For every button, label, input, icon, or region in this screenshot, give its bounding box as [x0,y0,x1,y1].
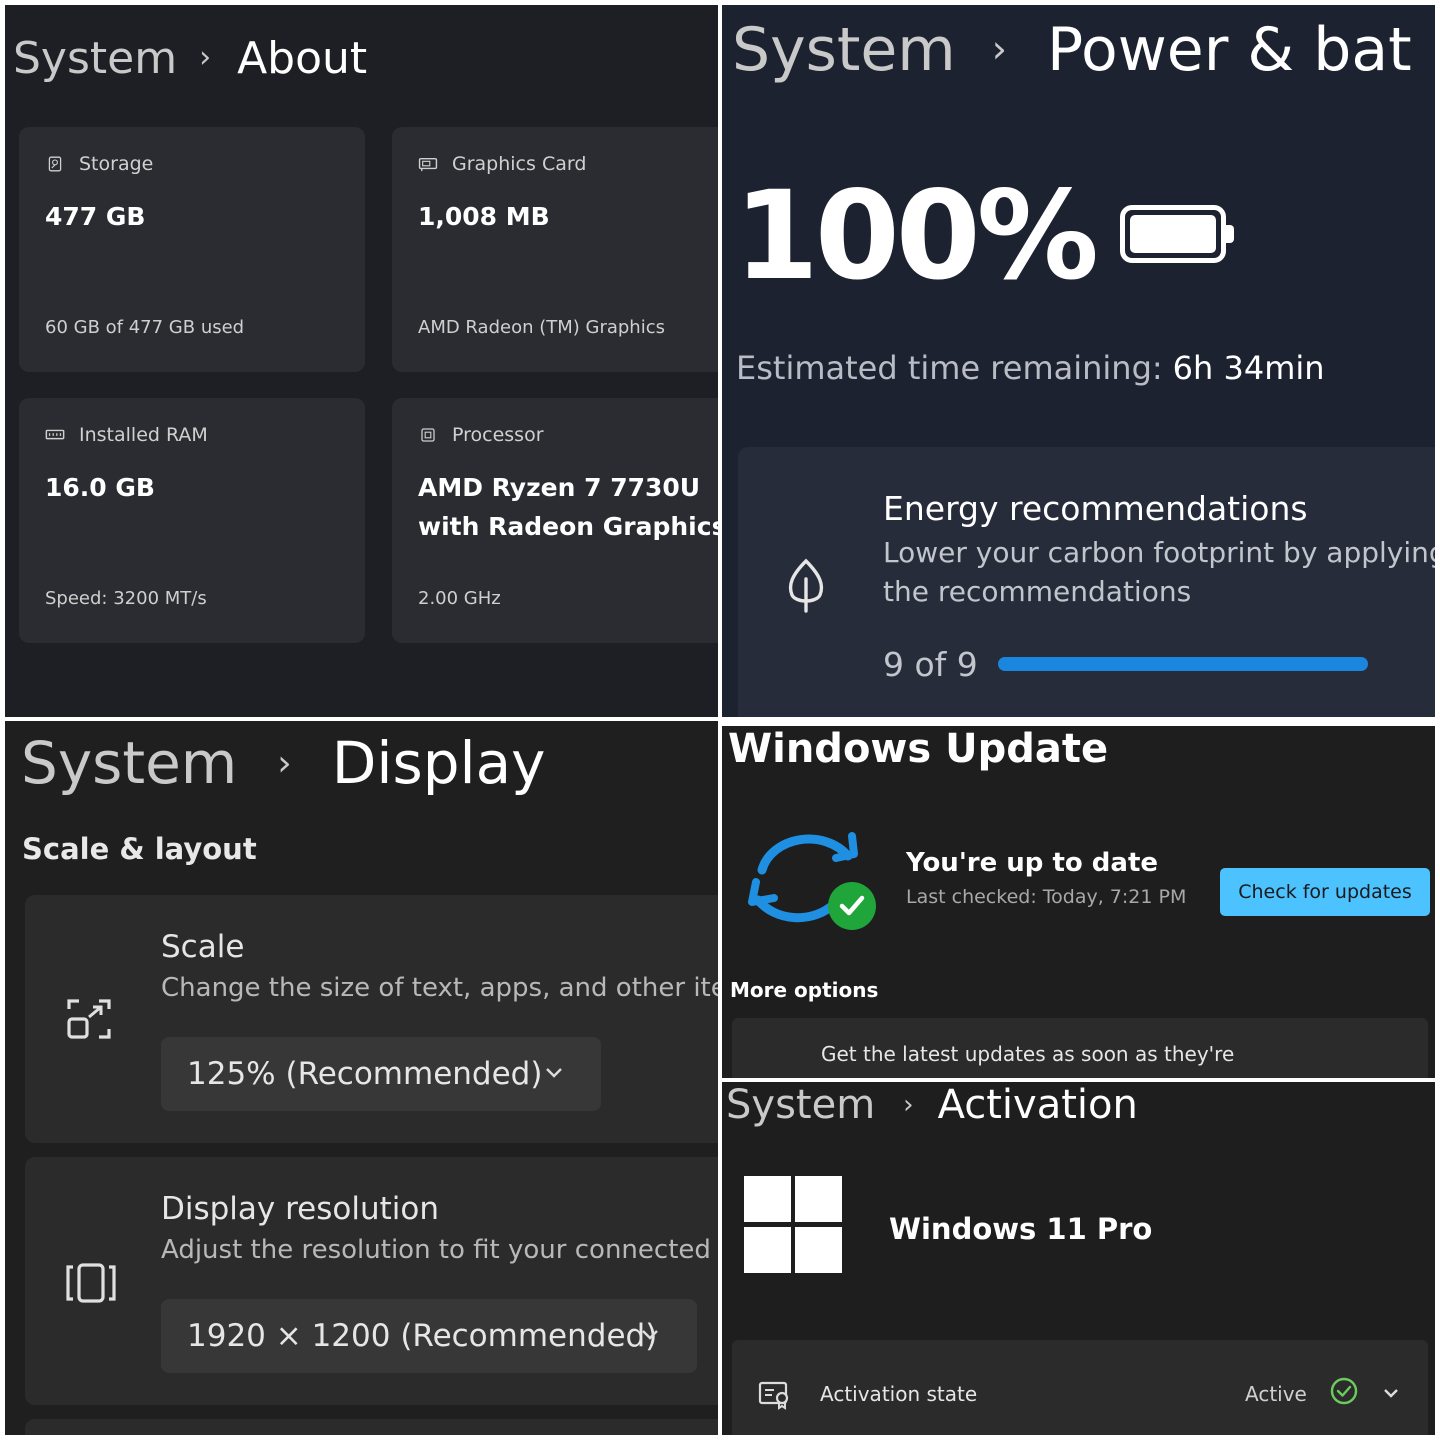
processor-icon [421,428,435,442]
ram-value: 16.0 GB [45,473,155,502]
processor-value: AMD Ryzen 7 7730U with Radeon Graphics [418,468,718,546]
scale-title: Scale [161,929,245,965]
breadcrumb: System › Power & bat [732,15,1412,85]
page-title: Display [331,729,546,797]
scale-description: Change the size of text, apps, and other… [161,973,718,1003]
breadcrumb: System › Activation [726,1082,1138,1128]
leaf-icon [788,558,824,613]
page-title: Windows Update [728,726,1109,772]
estimated-time-value: 6h 34min [1172,349,1325,387]
page-title: Activation [937,1082,1138,1128]
battery-icon [1120,205,1234,263]
scale-icon [67,999,111,1039]
latest-updates-label: Get the latest updates as soon as they'r… [821,1042,1235,1066]
breadcrumb-system[interactable]: System [21,729,237,797]
activation-state-row[interactable]: Activation state Active [732,1340,1428,1435]
graphics-card-card[interactable]: Graphics Card 1,008 MB AMD Radeon (TM) G… [392,127,718,372]
activation-state-value: Active [1245,1382,1307,1406]
processor-speed: 2.00 GHz [418,588,501,609]
storage-label: Storage [79,153,154,175]
breadcrumb-system[interactable]: System [732,15,956,85]
ram-speed: Speed: 3200 MT/s [45,588,207,609]
page-title: Power & bat [1046,15,1412,85]
activation-certificate-icon [758,1381,789,1410]
ram-card[interactable]: Installed RAM 16.0 GB Speed: 3200 MT/s [19,398,365,643]
display-panel: System › Display Scale & layout Scale Chan… [5,721,718,1435]
breadcrumb-separator: › [991,27,1007,71]
activation-panel: System › Activation Windows 11 Pro Activat… [722,1082,1435,1435]
resolution-title: Display resolution [161,1191,440,1227]
ram-label: Installed RAM [79,424,208,446]
breadcrumb: System › Display [21,729,546,797]
check-for-updates-button[interactable]: Check for updates [1220,868,1430,916]
resolution-value: 1920 × 1200 (Recommended) [187,1318,658,1354]
processor-label: Processor [452,424,544,446]
battery-tip [1226,225,1234,243]
resolution-description: Adjust the resolution to fit your connec… [161,1235,718,1265]
graphics-card-value: 1,008 MB [418,202,550,231]
graphics-card-label: Graphics Card [452,153,587,175]
graphics-card-icon [418,157,438,172]
chevron-down-icon [546,1068,562,1078]
scale-setting: Scale Change the size of text, apps, and… [25,895,718,1143]
more-options-heading: More options [730,978,879,1002]
chevron-down-icon[interactable] [1380,1382,1402,1404]
processor-card[interactable]: Processor AMD Ryzen 7 7730U with Radeon … [392,398,718,643]
energy-count: 9 of 9 [883,645,978,684]
update-status: You're up to date [906,848,1159,878]
scale-value: 125% (Recommended) [187,1056,543,1092]
resolution-dropdown[interactable]: 1920 × 1200 (Recommended) [161,1299,697,1373]
breadcrumb-separator: › [903,1090,914,1120]
page-title: About [237,33,368,84]
section-heading: Scale & layout [22,832,257,866]
energy-description: Lower your carbon footprint by applying … [883,536,1435,608]
chevron-down-icon [642,1330,658,1340]
energy-title: Energy recommendations [883,489,1308,528]
windows-update-panel: Windows Update You're up to date Last ch… [722,726,1435,1078]
processor-value-line2: with Radeon Graphics [418,512,718,541]
breadcrumb-system[interactable]: System [726,1082,875,1128]
sync-check-icon [748,832,876,930]
scale-dropdown[interactable]: 125% (Recommended) [161,1037,601,1111]
graphics-card-name: AMD Radeon (TM) Graphics [418,317,665,338]
last-checked: Last checked: Today, 7:21 PM [906,886,1187,908]
estimated-time: Estimated time remaining: 6h 34min [736,349,1325,387]
display-resolution-setting: Display resolution Adjust the resolution… [25,1157,718,1405]
breadcrumb-separator: › [277,743,292,784]
battery-percentage: 100% [734,165,1099,307]
latest-updates-option[interactable]: Get the latest updates as soon as they'r… [732,1018,1428,1078]
windows-edition: Windows 11 Pro [889,1212,1153,1246]
breadcrumb-system[interactable]: System [13,33,177,84]
energy-progress-bar [998,657,1368,671]
breadcrumb-separator: › [199,40,212,75]
resolution-icon [66,1263,116,1303]
next-setting-card [25,1419,718,1435]
breadcrumb: System › About [13,33,367,84]
battery-level-fill [1130,215,1216,253]
power-panel: System › Power & bat 100% Estimated time r… [722,5,1435,717]
activation-state-label: Activation state [820,1382,978,1406]
storage-icon [48,156,62,172]
about-panel: System › About Storage 477 GB 60 GB of 477… [5,5,718,717]
energy-recommendations-card[interactable]: Energy recommendations Lower your carbon… [738,447,1435,717]
storage-card[interactable]: Storage 477 GB 60 GB of 477 GB used [19,127,365,372]
storage-value: 477 GB [45,202,146,231]
check-circle-icon [1330,1377,1358,1405]
energy-progress-fill [998,657,1368,671]
storage-usage: 60 GB of 477 GB used [45,317,245,338]
windows-logo-icon [744,1176,844,1274]
estimated-time-label: Estimated time remaining: [736,349,1163,387]
ram-icon [45,429,65,440]
processor-value-line1: AMD Ryzen 7 7730U [418,473,701,502]
